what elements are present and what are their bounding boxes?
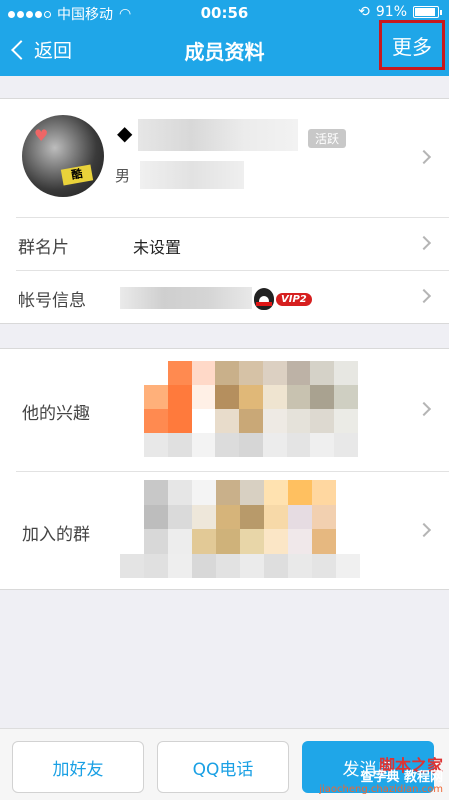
add-friend-button[interactable]: 加好友: [12, 741, 144, 793]
profile-section: ♥ 酷 ◆ 活跃 男 群名片 未设置 帐号信息 VIP2: [0, 98, 449, 324]
watermark-line-3: jiaocheng.chazidian.com: [319, 784, 443, 795]
chevron-right-icon: [416, 401, 432, 417]
status-badge: 活跃: [308, 129, 347, 148]
chevron-right-icon: [416, 235, 432, 251]
group-card-label: 群名片: [18, 238, 69, 258]
header: 中国移动 ◠ 00:56 ⟲ 91% 返回 成员资料 更多: [0, 0, 449, 76]
groups-thumbnails-blurred: [120, 480, 360, 578]
nickname-prefix: ◆: [117, 121, 133, 145]
joined-groups-label: 加入的群: [22, 525, 90, 545]
qq-penguin-icon: [254, 288, 274, 310]
heart-icon: ♥: [34, 126, 49, 145]
interests-thumbnails-blurred: [144, 361, 358, 457]
gender-label: 男: [115, 167, 131, 185]
extras-section: 他的兴趣 加入的群: [0, 348, 449, 590]
chevron-right-icon: [416, 149, 432, 165]
interests-label: 他的兴趣: [22, 404, 90, 424]
more-button[interactable]: 更多: [379, 20, 445, 70]
avatar[interactable]: ♥ 酷: [22, 115, 104, 197]
watermark: 脚本之家 查字典 教程网 jiaocheng.chazidian.com: [319, 758, 443, 796]
qq-call-button[interactable]: QQ电话: [157, 741, 289, 793]
group-card-value: 未设置: [133, 238, 182, 257]
interests-row[interactable]: 他的兴趣: [0, 349, 449, 471]
watermark-line-2: 查字典 教程网: [360, 770, 443, 785]
profile-row[interactable]: ♥ 酷 ◆ 活跃 男: [0, 99, 449, 217]
group-card-row[interactable]: 群名片 未设置: [0, 218, 449, 270]
chevron-right-icon: [416, 522, 432, 538]
navigation-bar: 返回 成员资料 更多: [0, 20, 449, 76]
battery-percent: 91%: [375, 4, 407, 20]
chevron-right-icon: [416, 288, 432, 304]
rotation-lock-icon: ⟲: [358, 4, 370, 20]
account-info-label: 帐号信息: [18, 291, 86, 311]
vip-badge: VIP2: [254, 288, 312, 310]
info-blurred: [140, 161, 244, 189]
account-id-blurred: [120, 287, 252, 309]
nickname-blurred: [138, 119, 298, 151]
battery-icon: [413, 6, 442, 18]
joined-groups-row[interactable]: 加入的群: [0, 472, 449, 590]
vip-level: VIP2: [276, 292, 312, 306]
avatar-sign: 酷: [60, 164, 94, 186]
bottom-action-bar: 加好友 QQ电话 发消息 脚本之家 查字典 教程网 jiaocheng.chaz…: [0, 728, 449, 800]
account-info-row[interactable]: 帐号信息 VIP2: [0, 271, 449, 324]
